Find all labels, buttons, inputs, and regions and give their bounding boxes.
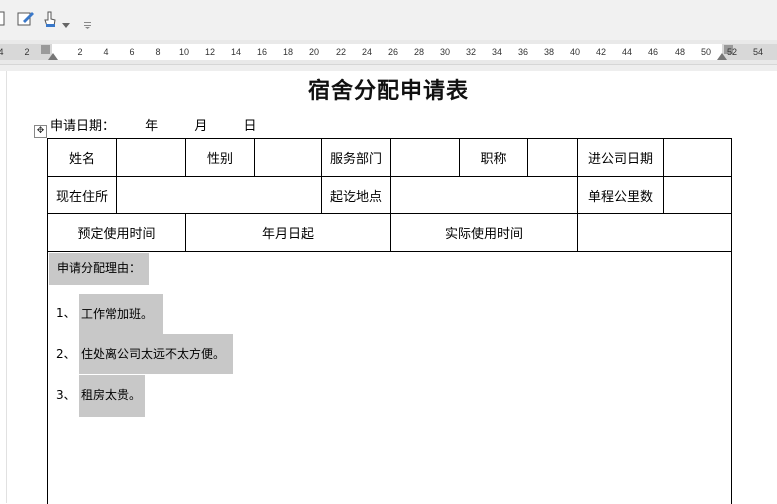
reason-3-number: 3、 (56, 388, 76, 402)
ruler-tick-label: 32 (465, 47, 477, 57)
reason-1-text[interactable]: 工作常加班。 (79, 294, 164, 334)
quick-access-toolbar (0, 0, 777, 41)
ruler-tick-label: 36 (517, 47, 529, 57)
ruler-tick-label: 20 (308, 47, 320, 57)
ruler-tick-label: 44 (621, 47, 633, 57)
ruler-tick-label: 8 (155, 47, 161, 57)
ruler-tick-label: 18 (282, 47, 294, 57)
cell-current-address-label[interactable]: 现在住所 (48, 177, 116, 213)
row-divider (48, 251, 731, 252)
cell-department-value[interactable] (391, 139, 459, 176)
edit-icon[interactable] (17, 10, 35, 32)
cell-distance-label[interactable]: 单程公里数 (578, 177, 663, 213)
ruler-tick-label: 6 (129, 47, 135, 57)
cell-join-date-value[interactable] (664, 139, 731, 176)
ruler-tick-label: 4 (103, 47, 109, 57)
customize-icon[interactable] (84, 14, 92, 33)
ruler-tick-label: 12 (204, 47, 216, 57)
right-indent-marker[interactable] (717, 53, 727, 60)
ruler-tick-label: 48 (674, 47, 686, 57)
left-indent-marker[interactable] (48, 53, 58, 60)
cell-join-date-label[interactable]: 进公司日期 (578, 139, 663, 176)
page-edge (6, 71, 7, 503)
ruler-tick-label: 54 (752, 47, 764, 57)
ruler-tick-label: 14 (230, 47, 242, 57)
ruler-tick-label: 2 (77, 47, 83, 57)
ruler-tick-label: 16 (256, 47, 268, 57)
year-label: 年 (145, 119, 159, 134)
cell-distance-value[interactable] (664, 177, 731, 213)
ruler-tick-label: 38 (543, 47, 555, 57)
ruler-tick-label: 34 (491, 47, 503, 57)
dormitory-application-table[interactable]: 姓名 性别 服务部门 职称 进公司日期 现在住所 起讫地点 单程公里数 预定使用… (47, 138, 732, 504)
reason-3-text[interactable]: 租房太贵。 (79, 375, 146, 417)
table-move-handle-icon[interactable]: ✥ (34, 125, 47, 138)
cell-title-value[interactable] (528, 139, 577, 176)
dropdown-arrow-icon[interactable] (62, 14, 70, 33)
cell-actual-time-label[interactable]: 实际使用时间 (391, 214, 577, 251)
reason-title[interactable]: 申请分配理由： (49, 253, 150, 285)
page-icon[interactable] (0, 10, 6, 32)
ruler-tick-label: 52 (726, 47, 738, 57)
ruler-tick-label: 28 (413, 47, 425, 57)
application-date-line[interactable]: 申请日期： 年 月 日 (50, 115, 256, 134)
ruler-tick-label: 24 (361, 47, 373, 57)
date-label: 申请日期： (50, 119, 116, 134)
ruler-tick-label: 42 (595, 47, 607, 57)
ruler-tick-label: 26 (387, 47, 399, 57)
cell-current-address-value[interactable] (117, 177, 321, 213)
month-label: 月 (194, 119, 208, 134)
cell-department-label[interactable]: 服务部门 (322, 139, 390, 176)
cell-route-label[interactable]: 起讫地点 (322, 177, 390, 213)
cell-planned-time-value[interactable]: 年月日起 (186, 214, 390, 251)
reason-2-text[interactable]: 住处离公司太远不太方便。 (79, 334, 234, 374)
horizontal-ruler[interactable]: 4 2 2 4 6 8 10 12 14 16 18 20 22 24 26 28 30 32 34 36 38 40 42… (0, 40, 777, 65)
cell-gender-label[interactable]: 性别 (186, 139, 254, 176)
ruler-tick-label: 22 (335, 47, 347, 57)
day-label: 日 (243, 119, 257, 134)
ruler-tick-label: 2 (24, 47, 30, 57)
touch-icon[interactable] (42, 10, 58, 32)
cell-planned-time-label[interactable]: 预定使用时间 (48, 214, 185, 251)
cell-route-value[interactable] (391, 177, 577, 213)
ruler-tick-label: 46 (647, 47, 659, 57)
cell-name-value[interactable] (117, 139, 185, 176)
ruler-tick-label: 50 (700, 47, 712, 57)
cell-title-label[interactable]: 职称 (460, 139, 527, 176)
reason-1-number: 1、 (56, 306, 76, 320)
ruler-tick-label: 30 (439, 47, 451, 57)
reason-2-number: 2、 (56, 347, 76, 361)
ruler-tick-label: 40 (569, 47, 581, 57)
cell-gender-value[interactable] (255, 139, 321, 176)
ruler-tick-label: 4 (0, 47, 4, 57)
ruler-tick-label: 10 (178, 47, 190, 57)
cell-name-label[interactable]: 姓名 (48, 139, 116, 176)
document-title[interactable]: 宿舍分配申请表 (0, 73, 777, 105)
cell-actual-time-value[interactable] (578, 214, 731, 251)
